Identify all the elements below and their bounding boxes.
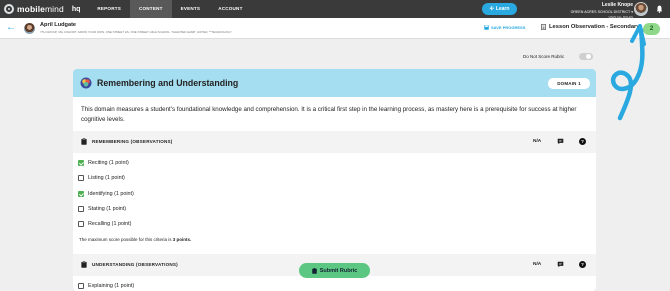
- user-menu[interactable]: Leslie Knope GREEN ACRES SCHOOL DISTRICT…: [571, 2, 633, 19]
- domain-badge: DOMAIN 1: [548, 78, 590, 89]
- checkbox[interactable]: [78, 206, 84, 212]
- max-score-value: 3 points.: [172, 237, 192, 242]
- domain-title: Remembering and Understanding: [97, 78, 239, 88]
- do-not-score-label: Do Not Score Rubric: [523, 54, 565, 59]
- district-name: GREEN ACRES SCHOOL DISTRICT: [570, 10, 631, 14]
- checkbox[interactable]: [78, 283, 84, 289]
- domain-card: Remembering and Understanding DOMAIN 1 T…: [73, 69, 596, 291]
- criteria-label: Reciting (1 point): [88, 160, 129, 166]
- bell-icon[interactable]: [656, 5, 663, 13]
- criteria-item[interactable]: Stating (1 point): [78, 205, 126, 213]
- user-name: Leslie Knope: [601, 2, 633, 8]
- comment-icon[interactable]: [557, 138, 564, 145]
- nav-reports[interactable]: REPORTS: [88, 0, 130, 18]
- top-nav-bar: mobilemind hq REPORTS CONTENT EVENTS ACC…: [0, 0, 670, 18]
- save-progress-label: SAVE PROGRESS: [491, 25, 526, 30]
- student-tags: 7TH GROUP, 3SL COHORT, GROW YOUR OWN, ON…: [40, 30, 232, 34]
- help-icon[interactable]: ?: [579, 261, 586, 268]
- clipboard-icon: [311, 267, 317, 274]
- criteria-item[interactable]: Identifying (1 point): [78, 190, 134, 198]
- document-icon: [541, 24, 546, 30]
- max-score-text: The maximum score possible for this crit…: [79, 237, 173, 242]
- na-option[interactable]: N/A: [533, 262, 541, 267]
- nav-events[interactable]: EVENTS: [172, 0, 210, 18]
- nav-account[interactable]: ACCOUNT: [209, 0, 251, 18]
- clipboard-icon: [81, 261, 87, 268]
- domain-description: This domain measures a student's foundat…: [81, 106, 577, 123]
- rubric-title: Lesson Observation - Secondary: [541, 24, 640, 30]
- checkbox[interactable]: [78, 160, 84, 166]
- criteria-label: Stating (1 point): [88, 206, 127, 212]
- criteria-label: Recalling (1 point): [88, 221, 132, 227]
- do-not-score-toggle[interactable]: [579, 53, 593, 60]
- clipboard-icon: [81, 138, 87, 145]
- learn-icon: ✣: [489, 6, 494, 12]
- submit-rubric-label: Submit Rubric: [319, 267, 358, 274]
- checkbox[interactable]: [78, 175, 84, 181]
- help-icon[interactable]: ?: [579, 138, 586, 145]
- checkbox[interactable]: [78, 221, 84, 227]
- avatar[interactable]: [634, 2, 648, 16]
- rubric-title-text: Lesson Observation - Secondary: [549, 24, 640, 30]
- domain-circles-icon: [80, 77, 92, 89]
- learn-button[interactable]: ✣ Learn: [482, 3, 517, 15]
- logo[interactable]: mobilemind: [4, 0, 64, 18]
- learn-label: Learn: [495, 6, 510, 12]
- sub-header: ← April Ludgate 7TH GROUP, 3SL COHORT, G…: [0, 18, 670, 39]
- max-score-note: The maximum score possible for this crit…: [79, 237, 191, 242]
- domain-header: Remembering and Understanding DOMAIN 1: [73, 69, 596, 97]
- criteria-label: Identifying (1 point): [88, 191, 134, 197]
- student-avatar: [24, 23, 35, 34]
- criteria-label: Explaining (1 point): [88, 283, 135, 289]
- criteria-item[interactable]: Reciting (1 point): [78, 159, 129, 167]
- criteria-label: Listing (1 point): [88, 175, 125, 181]
- logo-mark-icon: [4, 4, 14, 14]
- submit-rubric-button[interactable]: Submit Rubric: [299, 263, 370, 278]
- comment-icon[interactable]: [557, 261, 564, 268]
- nav-content[interactable]: CONTENT: [130, 0, 172, 18]
- chevron-down-icon: ▾: [631, 10, 633, 14]
- student-name: April Ludgate: [40, 22, 77, 28]
- criteria-item[interactable]: Explaining (1 point): [78, 282, 134, 290]
- section-title: REMEMBERING (OBSERVATIONS): [92, 139, 173, 144]
- score-badge: 2: [643, 23, 660, 35]
- save-icon: [484, 25, 489, 30]
- checkbox[interactable]: [78, 191, 84, 197]
- criteria-item[interactable]: Recalling (1 point): [78, 220, 131, 228]
- arrow-left-icon[interactable]: ←: [6, 23, 16, 33]
- logo-text: mobilemind: [17, 4, 64, 14]
- save-progress-button[interactable]: SAVE PROGRESS: [484, 25, 525, 30]
- product-name: hq: [71, 5, 81, 13]
- section-title: UNDERSTANDING (OBSERVATIONS): [92, 262, 178, 267]
- section-header-remembering: REMEMBERING (OBSERVATIONS) N/A ?: [73, 131, 596, 153]
- na-option[interactable]: N/A: [533, 139, 541, 144]
- criteria-item[interactable]: Listing (1 point): [78, 174, 125, 182]
